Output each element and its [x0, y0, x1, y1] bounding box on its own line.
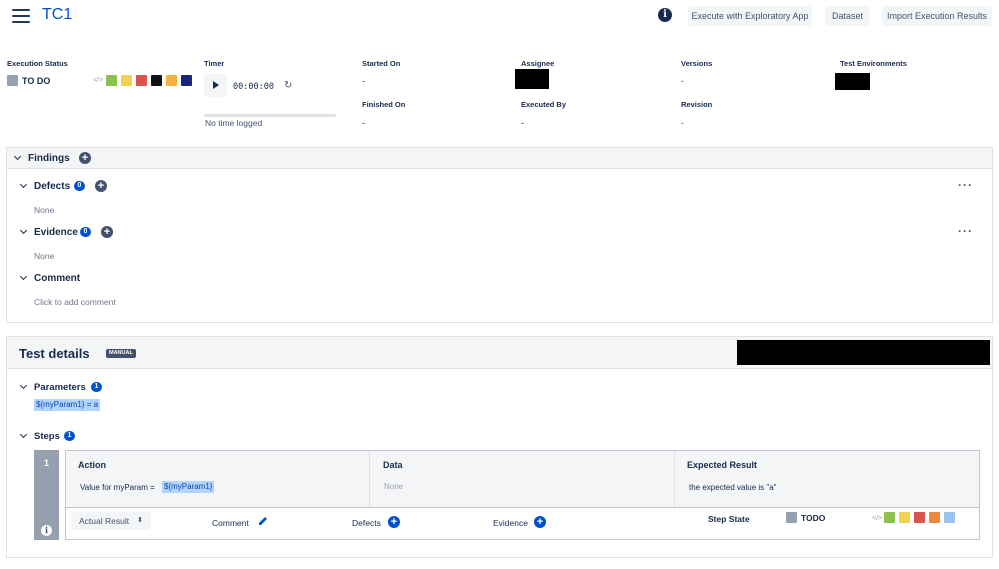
evidence-none: None	[34, 251, 55, 261]
reset-icon[interactable]: ↻	[284, 80, 292, 91]
findings-title: Findings	[28, 153, 70, 164]
parameters-title: Parameters	[34, 382, 86, 393]
step-state-swatch	[786, 512, 797, 523]
evidence-count-badge: 0	[80, 227, 91, 237]
dataset-button[interactable]: Dataset	[825, 6, 870, 26]
step-state-label: Step State	[708, 514, 750, 524]
add-finding-icon[interactable]: +	[79, 152, 91, 164]
redacted-area	[737, 340, 990, 365]
timer-label: Timer	[204, 59, 225, 68]
status-color-swatch[interactable]	[151, 75, 162, 86]
step-state-value[interactable]: TODO	[801, 513, 825, 523]
timer-note: No time logged	[205, 118, 263, 128]
action-param-chip: ${myParam1}	[162, 481, 215, 493]
action-text: Value for myParam =	[80, 483, 155, 492]
finished-on-value: -	[362, 118, 365, 128]
comment-input[interactable]: Click to add comment	[34, 297, 116, 307]
test-environments-label: Test Environments	[840, 59, 907, 68]
chevron-updown-icon: ⬍	[137, 517, 143, 524]
assignee-redacted[interactable]	[515, 69, 549, 89]
execution-status-label: Execution Status	[7, 59, 68, 68]
data-value: None	[384, 482, 404, 491]
menu-icon[interactable]	[12, 9, 30, 23]
step-state-color-swatch[interactable]	[899, 512, 910, 523]
evidence-title: Evidence	[34, 227, 78, 238]
more-icon[interactable]: ···	[958, 178, 973, 192]
step-defects-label: Defects	[352, 518, 381, 528]
step-number: 1	[43, 458, 49, 468]
status-color-swatch[interactable]	[121, 75, 132, 86]
finished-on-label: Finished On	[362, 100, 406, 109]
step-comment-label: Comment	[212, 518, 249, 528]
actual-result-label: Actual Result	[79, 516, 130, 526]
execution-status-value[interactable]: TO DO	[22, 76, 50, 86]
code-icon: </>	[872, 515, 883, 522]
versions-value: -	[681, 76, 684, 86]
expected-result-value: the expected value is "a"	[689, 483, 777, 492]
step-state-color-swatch[interactable]	[914, 512, 925, 523]
step-state-color-swatch[interactable]	[929, 512, 940, 523]
data-column	[370, 451, 675, 507]
revision-label: Revision	[681, 100, 713, 109]
status-color-swatch[interactable]	[181, 75, 192, 86]
test-details-title: Test details	[19, 346, 90, 361]
step-number-bar: 1 i	[34, 450, 59, 540]
assignee-label: Assignee	[521, 59, 555, 68]
info-icon[interactable]: i	[658, 8, 672, 22]
page-title: TC1	[42, 6, 73, 23]
add-defect-icon[interactable]: +	[95, 180, 107, 192]
action-column	[66, 451, 370, 507]
import-execution-results-button[interactable]: Import Execution Results	[882, 6, 992, 26]
timer-value: 00:00:00	[233, 82, 274, 92]
execute-exploratory-button[interactable]: Execute with Exploratory App	[688, 6, 812, 26]
more-icon[interactable]: ···	[958, 224, 973, 238]
defects-none: None	[34, 205, 55, 215]
actual-result-select[interactable]: Actual Result ⬍	[71, 512, 151, 530]
expected-result-header: Expected Result	[687, 460, 758, 470]
play-button[interactable]	[204, 74, 227, 97]
step-evidence-label: Evidence	[493, 518, 528, 528]
test-environments-redacted[interactable]	[835, 73, 870, 90]
status-color-swatch[interactable]	[136, 75, 147, 86]
findings-header	[7, 148, 992, 169]
steps-count-badge: 1	[64, 431, 75, 441]
started-on-value: -	[362, 76, 365, 86]
step-state-color-swatch[interactable]	[944, 512, 955, 523]
add-step-evidence-icon[interactable]: +	[534, 516, 546, 528]
status-color-swatch[interactable]	[166, 75, 177, 86]
status-color-swatch[interactable]	[106, 75, 117, 86]
top-bar: TC1 i Execute with Exploratory App Datas…	[0, 0, 999, 34]
executed-by-value: -	[521, 118, 524, 128]
add-step-defect-icon[interactable]: +	[388, 516, 400, 528]
parameter-chip: ${myParam1} = a	[34, 399, 101, 411]
status-swatch	[7, 75, 18, 86]
findings-panel	[6, 147, 993, 323]
timer-progress-bar	[204, 114, 336, 117]
pencil-icon[interactable]	[258, 516, 268, 526]
revision-value: -	[681, 118, 684, 128]
executed-by-label: Executed By	[521, 100, 567, 109]
info-icon[interactable]: i	[41, 525, 52, 536]
action-header: Action	[78, 460, 106, 470]
parameters-count-badge: 1	[91, 382, 102, 392]
add-evidence-icon[interactable]: +	[101, 226, 113, 238]
steps-title: Steps	[34, 431, 60, 442]
started-on-label: Started On	[362, 59, 401, 68]
manual-badge: MANUAL	[106, 349, 136, 358]
step-state-color-swatch[interactable]	[884, 512, 895, 523]
data-header: Data	[383, 460, 403, 470]
code-icon: </>	[93, 77, 104, 84]
defects-title: Defects	[34, 181, 71, 192]
versions-label: Versions	[681, 59, 713, 68]
defects-count-badge: 0	[74, 181, 85, 191]
comment-title: Comment	[34, 273, 81, 284]
